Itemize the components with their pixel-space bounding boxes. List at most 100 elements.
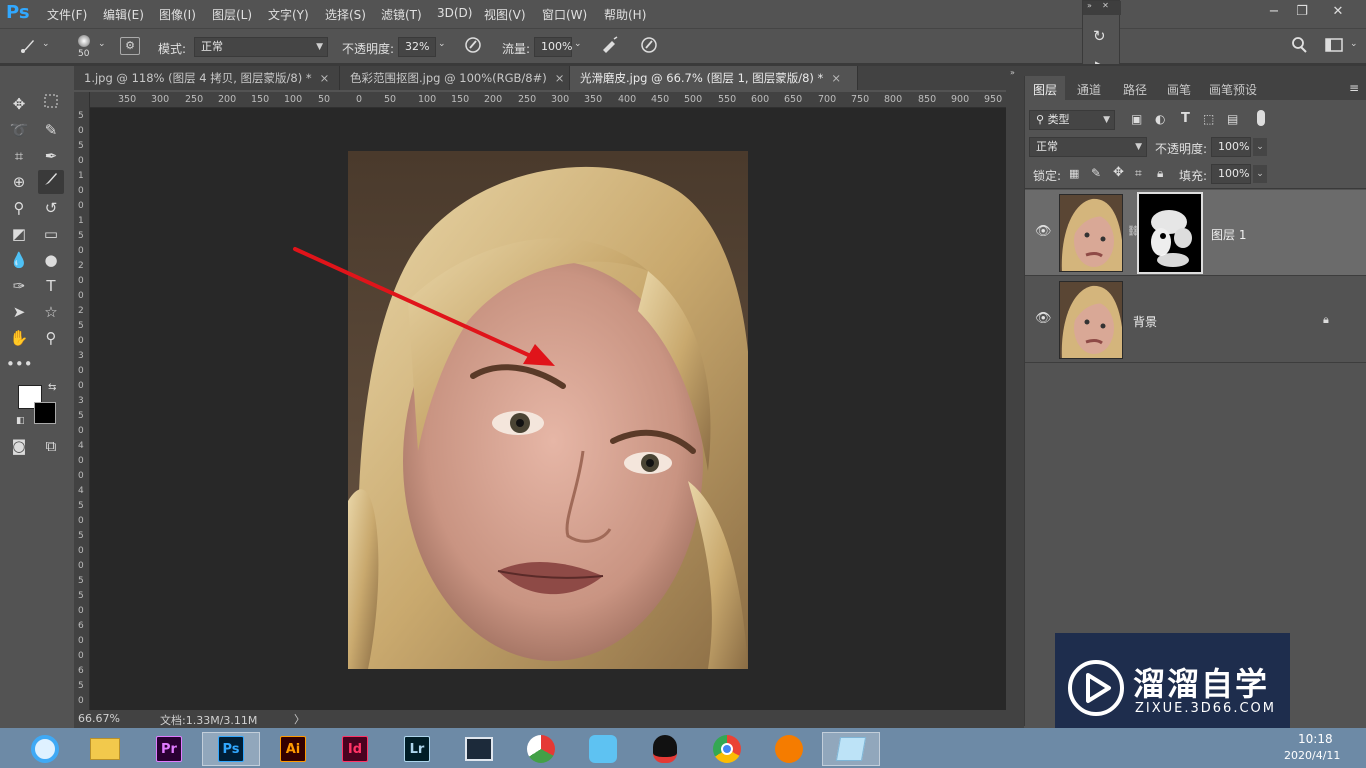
more-tools-icon[interactable]: ••• (6, 352, 33, 376)
shape-tool-icon[interactable]: ☆ (38, 300, 64, 324)
chevron-down-icon[interactable]: ⌄ (1253, 138, 1267, 156)
filter-shape-icon[interactable]: ⬚ (1203, 112, 1214, 126)
brush-preset-picker[interactable]: 50 (74, 33, 96, 61)
filter-smart-object-icon[interactable]: ▤ (1227, 112, 1238, 126)
tab-channels[interactable]: 通道 (1069, 76, 1109, 100)
pressure-size-icon[interactable] (640, 36, 658, 58)
workspace-icon[interactable] (1324, 36, 1344, 58)
filter-adjustment-icon[interactable]: ◐ (1155, 112, 1165, 126)
hand-tool-icon[interactable]: ✋ (6, 326, 32, 350)
gradient-tool-icon[interactable]: ▭ (38, 222, 64, 246)
restore-button[interactable]: ❐ (1290, 2, 1314, 22)
status-menu-arrow-icon[interactable]: 〉 (294, 711, 305, 727)
lock-all-icon[interactable]: 🔒︎ (1157, 166, 1163, 181)
brush-tool-icon[interactable] (38, 170, 64, 194)
quick-selection-tool-icon[interactable]: ✎ (38, 118, 64, 142)
background-color-swatch[interactable] (34, 402, 56, 424)
lock-position-icon[interactable]: ✥ (1113, 165, 1124, 180)
taskbar-app-orange-icon[interactable] (760, 732, 818, 766)
tab-layers[interactable]: 图层 (1025, 76, 1066, 100)
swap-colors-icon[interactable]: ⇆ (48, 382, 56, 393)
menu-help[interactable]: 帮助(H) (604, 6, 646, 23)
airbrush-icon[interactable] (600, 36, 620, 58)
crop-tool-icon[interactable]: ⌗ (6, 144, 32, 168)
taskbar-notes-icon[interactable] (822, 732, 880, 766)
menu-type[interactable]: 文字(Y) (268, 6, 309, 23)
eyedropper-tool-icon[interactable]: ✒ (38, 144, 64, 168)
taskbar-photoshop-icon[interactable]: Ps (202, 732, 260, 766)
blend-mode-select[interactable]: 正常 ▼ (1029, 137, 1147, 157)
taskbar-video-editor-icon[interactable] (450, 732, 508, 766)
chevron-down-icon[interactable]: ⌄ (1253, 165, 1267, 183)
zoom-tool-icon[interactable]: ⚲ (38, 326, 64, 350)
close-icon[interactable]: × (831, 71, 841, 85)
layer-mask-thumbnail[interactable] (1137, 192, 1203, 274)
tab-1-jpg[interactable]: 1.jpg @ 118% (图层 4 拷贝, 图层蒙版/8) * × (74, 66, 340, 90)
chevron-down-icon[interactable]: ⌄ (98, 39, 106, 49)
dodge-tool-icon[interactable]: ● (38, 248, 64, 272)
taskbar-ie-icon[interactable] (16, 732, 74, 766)
layer-name[interactable]: 图层 1 (1211, 226, 1246, 243)
eye-icon[interactable]: 👁︎ (1035, 311, 1052, 326)
taskbar-illustrator-icon[interactable]: Ai (264, 732, 322, 766)
filter-toggle-icon[interactable] (1257, 110, 1265, 126)
layer-row-layer-1[interactable]: 👁︎ ⛓︎ 图层 1 (1025, 190, 1366, 276)
layer-row-background[interactable]: 👁︎ 背景 🔒︎ (1025, 277, 1366, 363)
clock-time[interactable]: 10:18 (1298, 732, 1333, 746)
layer-filter-select[interactable]: ⚲ 类型 ▼ (1029, 110, 1115, 130)
layer-name[interactable]: 背景 (1133, 313, 1157, 330)
healing-brush-tool-icon[interactable]: ⊕ (6, 170, 32, 194)
opacity-input[interactable]: 32% (398, 37, 436, 57)
layer-thumbnail[interactable] (1059, 194, 1123, 272)
clone-stamp-tool-icon[interactable]: ⚲ (6, 196, 32, 220)
blur-tool-icon[interactable]: 💧 (6, 248, 32, 272)
lock-image-icon[interactable]: ✎ (1091, 166, 1101, 180)
taskbar-indesign-icon[interactable]: Id (326, 732, 384, 766)
menu-window[interactable]: 窗口(W) (542, 6, 587, 23)
close-button[interactable]: ✕ (1326, 2, 1350, 22)
marquee-tool-icon[interactable] (38, 92, 64, 116)
tab-smooth-skin[interactable]: 光滑磨皮.jpg @ 66.7% (图层 1, 图层蒙版/8) * × (570, 66, 858, 90)
screen-mode-icon[interactable]: ⧉ (38, 434, 64, 458)
tab-paths[interactable]: 路径 (1115, 76, 1155, 100)
chevron-down-icon[interactable]: ⌄ (1350, 39, 1358, 49)
brush-tool-icon[interactable] (18, 37, 38, 59)
taskbar-premiere-icon[interactable]: Pr (140, 732, 198, 766)
layer-opacity-input[interactable]: 100% (1211, 137, 1251, 157)
move-tool-icon[interactable]: ✥ (6, 92, 32, 116)
taskbar-qq-icon[interactable] (636, 732, 694, 766)
close-icon[interactable]: × (320, 71, 330, 85)
menu-file[interactable]: 文件(F) (47, 6, 87, 23)
menu-3d[interactable]: 3D(D) (437, 6, 472, 20)
chevron-down-icon[interactable]: ⌄ (438, 39, 446, 49)
mode-select[interactable]: 正常 ▼ (194, 37, 328, 57)
chevron-down-icon[interactable]: ⌄ (574, 39, 582, 49)
taskbar-lightroom-icon[interactable]: Lr (388, 732, 446, 766)
menu-image[interactable]: 图像(I) (159, 6, 196, 23)
menu-view[interactable]: 视图(V) (484, 6, 526, 23)
zoom-level[interactable]: 66.67% (78, 712, 120, 725)
clock-date[interactable]: 2020/4/11 (1284, 749, 1340, 762)
chevron-down-icon[interactable]: ⌄ (42, 39, 50, 49)
lock-artboard-icon[interactable]: ⌗ (1135, 166, 1142, 181)
search-icon[interactable] (1290, 36, 1308, 58)
document-image[interactable] (348, 151, 748, 669)
minimize-button[interactable]: − (1262, 2, 1286, 22)
filter-type-icon[interactable]: T (1181, 111, 1190, 126)
quick-mask-icon[interactable]: ◙ (6, 434, 32, 458)
expand-panels-icon[interactable]: » (1010, 68, 1015, 77)
eraser-tool-icon[interactable]: ◩ (6, 222, 32, 246)
filter-pixel-icon[interactable]: ▣ (1131, 112, 1142, 126)
close-icon[interactable]: × (555, 71, 565, 85)
pen-tool-icon[interactable]: ✑ (6, 274, 32, 298)
type-tool-icon[interactable]: T (38, 274, 64, 298)
history-brush-tool-icon[interactable]: ↺ (38, 196, 64, 220)
taskbar-chrome-icon[interactable] (698, 732, 756, 766)
pressure-opacity-icon[interactable] (464, 36, 482, 58)
default-colors-icon[interactable]: ◧ (16, 416, 25, 426)
fill-input[interactable]: 100% (1211, 164, 1251, 184)
menu-edit[interactable]: 编辑(E) (103, 6, 144, 23)
taskbar-app-green-icon[interactable] (512, 732, 570, 766)
panel-menu-icon[interactable]: ≡ (1349, 81, 1359, 95)
history-icon[interactable]: ↻ (1093, 27, 1106, 45)
